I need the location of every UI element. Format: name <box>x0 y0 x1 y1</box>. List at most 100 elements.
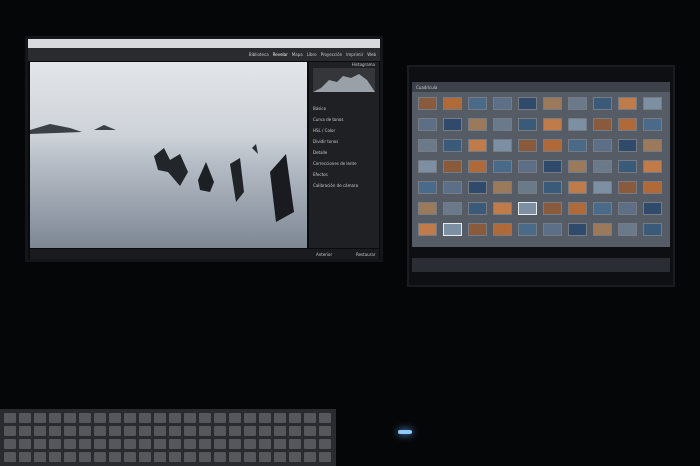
photo-thumbnail[interactable] <box>543 118 562 131</box>
photo-thumbnail[interactable] <box>443 181 462 194</box>
photo-thumbnail[interactable] <box>493 160 512 173</box>
keyboard-key <box>49 452 61 462</box>
photo-thumbnail[interactable] <box>493 202 512 215</box>
photo-thumbnail[interactable] <box>568 118 587 131</box>
photo-thumbnail[interactable] <box>543 223 562 236</box>
keyboard-key <box>34 452 46 462</box>
keyboard-key <box>274 413 286 423</box>
panel-section[interactable]: Dividir tonos <box>313 139 375 144</box>
photo-thumbnail[interactable] <box>443 202 462 215</box>
photo-thumbnail[interactable] <box>493 139 512 152</box>
photo-thumbnail[interactable] <box>418 160 437 173</box>
photo-thumbnail[interactable] <box>593 181 612 194</box>
photo-thumbnail[interactable] <box>418 202 437 215</box>
photo-thumbnail[interactable] <box>468 139 487 152</box>
keyboard-key <box>214 452 226 462</box>
photo-thumbnail[interactable] <box>418 223 437 236</box>
photo-thumbnail[interactable] <box>443 160 462 173</box>
photo-thumbnail[interactable] <box>643 223 662 236</box>
photo-thumbnail[interactable] <box>418 139 437 152</box>
photo-thumbnail[interactable] <box>618 160 637 173</box>
module-item[interactable]: Libro <box>307 52 317 57</box>
module-item[interactable]: Mapa <box>292 52 303 57</box>
photo-thumbnail[interactable] <box>643 160 662 173</box>
photo-thumbnail[interactable] <box>543 139 562 152</box>
previous-button[interactable]: Anterior <box>316 252 332 257</box>
photo-thumbnail[interactable] <box>643 139 662 152</box>
photo-thumbnail[interactable] <box>618 139 637 152</box>
reset-button[interactable]: Restaurar <box>356 252 375 257</box>
module-item[interactable]: Biblioteca <box>249 52 269 57</box>
panel-section[interactable]: Correcciones de lente <box>313 161 375 166</box>
photo-thumbnail[interactable] <box>568 181 587 194</box>
panel-section[interactable]: Curva de tonos <box>313 117 375 122</box>
photo-thumbnail[interactable] <box>543 181 562 194</box>
photo-thumbnail[interactable] <box>443 97 462 110</box>
photo-thumbnail[interactable] <box>518 139 537 152</box>
keyboard-key <box>109 413 121 423</box>
photo-thumbnail[interactable] <box>568 202 587 215</box>
photo-thumbnail[interactable] <box>418 97 437 110</box>
photo-thumbnail[interactable] <box>493 181 512 194</box>
photo-thumbnail[interactable] <box>518 97 537 110</box>
photo-thumbnail[interactable] <box>418 181 437 194</box>
photo-thumbnail[interactable] <box>518 202 537 215</box>
panel-section[interactable]: Detalle <box>313 150 375 155</box>
photo-thumbnail[interactable] <box>468 160 487 173</box>
photo-thumbnail[interactable] <box>593 97 612 110</box>
keyboard-key <box>319 452 331 462</box>
photo-thumbnail[interactable] <box>643 118 662 131</box>
photo-thumbnail[interactable] <box>593 160 612 173</box>
photo-thumbnail[interactable] <box>443 223 462 236</box>
grid-view-tab[interactable]: Cuadrícula <box>416 85 437 90</box>
photo-thumbnail[interactable] <box>443 118 462 131</box>
photo-thumbnail[interactable] <box>543 160 562 173</box>
photo-thumbnail[interactable] <box>618 97 637 110</box>
module-item-active[interactable]: Revelar <box>273 52 288 57</box>
photo-thumbnail[interactable] <box>568 223 587 236</box>
photo-thumbnail[interactable] <box>618 181 637 194</box>
module-item[interactable]: Imprimir <box>346 52 363 57</box>
keyboard-key <box>289 439 301 449</box>
photo-thumbnail[interactable] <box>468 223 487 236</box>
keyboard-key <box>289 413 301 423</box>
keyboard-key <box>214 413 226 423</box>
photo-thumbnail[interactable] <box>518 160 537 173</box>
panel-section[interactable]: HSL / Color <box>313 128 375 133</box>
photo-thumbnail[interactable] <box>593 202 612 215</box>
photo-thumbnail[interactable] <box>518 223 537 236</box>
photo-thumbnail[interactable] <box>443 139 462 152</box>
photo-thumbnail[interactable] <box>493 223 512 236</box>
photo-thumbnail[interactable] <box>593 139 612 152</box>
keyboard-key <box>124 452 136 462</box>
photo-thumbnail[interactable] <box>543 97 562 110</box>
photo-thumbnail[interactable] <box>468 97 487 110</box>
photo-thumbnail[interactable] <box>618 223 637 236</box>
photo-thumbnail[interactable] <box>418 118 437 131</box>
photo-thumbnail[interactable] <box>468 118 487 131</box>
panel-section[interactable]: Básico <box>313 106 375 111</box>
panel-section[interactable]: Calibración de cámara <box>313 183 375 188</box>
photo-thumbnail[interactable] <box>643 202 662 215</box>
photo-thumbnail[interactable] <box>493 97 512 110</box>
module-item[interactable]: Proyección <box>321 52 343 57</box>
photo-thumbnail[interactable] <box>468 181 487 194</box>
photo-thumbnail[interactable] <box>643 97 662 110</box>
module-item[interactable]: Web <box>367 52 376 57</box>
photo-thumbnail[interactable] <box>618 202 637 215</box>
photo-thumbnail[interactable] <box>468 202 487 215</box>
photo-thumbnail[interactable] <box>593 118 612 131</box>
keyboard-key <box>79 426 91 436</box>
photo-thumbnail[interactable] <box>493 118 512 131</box>
photo-thumbnail[interactable] <box>643 181 662 194</box>
photo-thumbnail[interactable] <box>568 160 587 173</box>
keyboard-key <box>124 439 136 449</box>
photo-thumbnail[interactable] <box>593 223 612 236</box>
photo-thumbnail[interactable] <box>568 139 587 152</box>
photo-thumbnail[interactable] <box>518 118 537 131</box>
photo-thumbnail[interactable] <box>518 181 537 194</box>
photo-thumbnail[interactable] <box>568 97 587 110</box>
photo-thumbnail[interactable] <box>543 202 562 215</box>
photo-thumbnail[interactable] <box>618 118 637 131</box>
panel-section[interactable]: Efectos <box>313 172 375 177</box>
